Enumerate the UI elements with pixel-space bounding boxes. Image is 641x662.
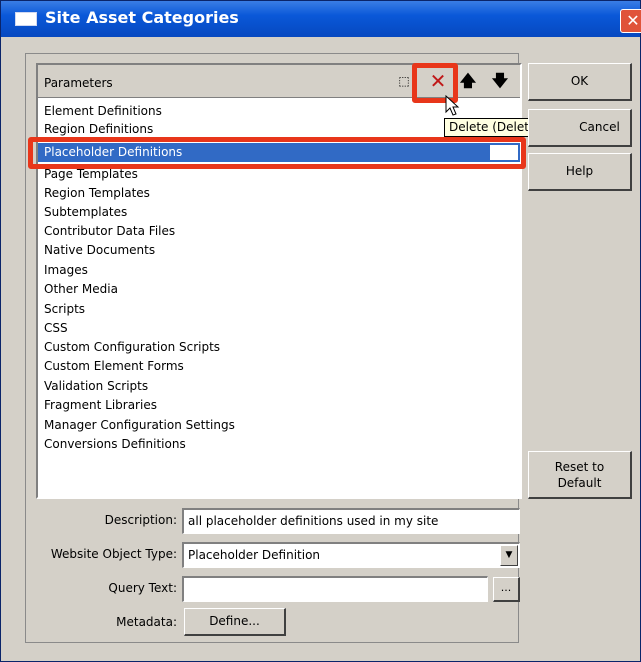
list-item[interactable]: Native Documents — [38, 241, 520, 260]
browse-query-button[interactable]: ... — [493, 577, 520, 602]
description-label: Description: — [104, 513, 177, 527]
window-title: Site Asset Categories — [45, 8, 239, 27]
parameters-header-label: Parameters — [44, 76, 113, 90]
list-item[interactable]: Conversions Definitions — [38, 435, 520, 454]
window-icon — [15, 12, 37, 26]
list-item[interactable]: Subtemplates — [38, 203, 520, 222]
website-object-type-label: Website Object Type: — [50, 547, 177, 561]
mouse-cursor-icon — [445, 95, 460, 116]
list-item[interactable]: Manager Configuration Settings — [38, 416, 520, 435]
reset-to-default-button[interactable]: Reset to Default — [528, 451, 632, 499]
list-item[interactable]: Contributor Data Files — [38, 222, 520, 241]
query-text-label: Query Text: — [108, 581, 177, 595]
cancel-button[interactable]: Cancel — [528, 109, 632, 147]
reset-label-line1: Reset to — [554, 460, 605, 474]
list-item[interactable]: Scripts — [38, 300, 520, 319]
close-button[interactable]: ✕ — [620, 9, 641, 33]
help-button[interactable]: Help — [528, 153, 632, 191]
list-item[interactable]: CSS — [38, 319, 520, 338]
description-field[interactable]: all placeholder definitions used in my s… — [182, 508, 520, 534]
list-item[interactable]: Validation Scripts — [38, 377, 520, 396]
list-item[interactable]: Region Templates — [38, 184, 520, 203]
list-item[interactable]: Custom Element Forms — [38, 357, 520, 376]
reset-label-line2: Default — [557, 476, 602, 490]
define-metadata-button[interactable]: Define... — [184, 608, 286, 636]
ok-button[interactable]: OK — [528, 63, 632, 101]
title-bar[interactable]: Site Asset Categories ✕ — [1, 1, 641, 37]
website-object-type-select[interactable]: Placeholder Definition ▼ — [182, 542, 520, 568]
list-item[interactable]: Fragment Libraries — [38, 396, 520, 415]
new-item-icon[interactable]: ⬚ — [394, 71, 414, 91]
list-item[interactable]: Custom Configuration Scripts — [38, 338, 520, 357]
highlight-selected-row — [28, 137, 526, 169]
website-object-type-value: Placeholder Definition — [188, 548, 321, 562]
move-up-icon[interactable]: 🡅 — [458, 71, 478, 91]
metadata-label: Metadata: — [116, 615, 177, 629]
move-down-icon[interactable]: 🡇 — [490, 71, 510, 91]
list-item[interactable]: Other Media — [38, 280, 520, 299]
site-asset-categories-dialog: Site Asset Categories ✕ Parameters ⬚ ✕ 🡅… — [0, 0, 641, 662]
chevron-down-icon[interactable]: ▼ — [500, 545, 518, 566]
query-text-field[interactable] — [182, 576, 488, 602]
list-item[interactable]: Images — [38, 261, 520, 280]
